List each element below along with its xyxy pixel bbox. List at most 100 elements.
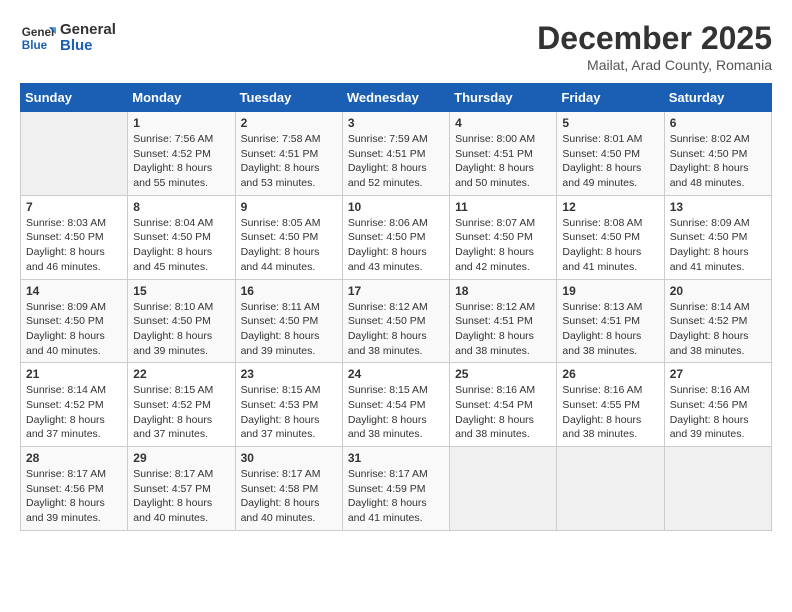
weekday-header-sunday: Sunday xyxy=(21,84,128,112)
day-number: 23 xyxy=(241,367,337,381)
day-number: 27 xyxy=(670,367,766,381)
day-info: Sunrise: 8:05 AMSunset: 4:50 PMDaylight:… xyxy=(241,216,337,275)
day-info: Sunrise: 8:13 AMSunset: 4:51 PMDaylight:… xyxy=(562,300,658,359)
day-number: 21 xyxy=(26,367,122,381)
calendar-week-row: 1 Sunrise: 7:56 AMSunset: 4:52 PMDaylight… xyxy=(21,112,772,196)
calendar-cell: 25 Sunrise: 8:16 AMSunset: 4:54 PMDayligh… xyxy=(450,363,557,447)
calendar-week-row: 14 Sunrise: 8:09 AMSunset: 4:50 PMDayligh… xyxy=(21,279,772,363)
day-info: Sunrise: 8:09 AMSunset: 4:50 PMDaylight:… xyxy=(670,216,766,275)
day-info: Sunrise: 7:59 AMSunset: 4:51 PMDaylight:… xyxy=(348,132,444,191)
calendar-cell: 20Sunrise: 8:14 AMSunset: 4:52 PMDayligh… xyxy=(664,279,771,363)
calendar-week-row: 21Sunrise: 8:14 AMSunset: 4:52 PMDayligh… xyxy=(21,363,772,447)
day-number: 30 xyxy=(241,451,337,465)
day-info: Sunrise: 8:14 AMSunset: 4:52 PMDaylight:… xyxy=(670,300,766,359)
weekday-row: SundayMondayTuesdayWednesdayThursdayFrid… xyxy=(21,84,772,112)
day-number: 7 xyxy=(26,200,122,214)
day-info: Sunrise: 8:16 AMSunset: 4:55 PMDaylight:… xyxy=(562,383,658,442)
day-number: 3 xyxy=(348,116,444,130)
calendar-cell: 30 Sunrise: 8:17 AMSunset: 4:58 PMDayligh… xyxy=(235,447,342,531)
calendar-cell: 5 Sunrise: 8:01 AMSunset: 4:50 PMDaylight… xyxy=(557,112,664,196)
day-info: Sunrise: 8:09 AMSunset: 4:50 PMDaylight:… xyxy=(26,300,122,359)
weekday-header-saturday: Saturday xyxy=(664,84,771,112)
day-number: 2 xyxy=(241,116,337,130)
day-number: 26 xyxy=(562,367,658,381)
day-number: 6 xyxy=(670,116,766,130)
calendar-cell: 16 Sunrise: 8:11 AMSunset: 4:50 PMDayligh… xyxy=(235,279,342,363)
weekday-header-friday: Friday xyxy=(557,84,664,112)
calendar-cell: 9Sunrise: 8:05 AMSunset: 4:50 PMDaylight… xyxy=(235,195,342,279)
weekday-header-thursday: Thursday xyxy=(450,84,557,112)
day-info: Sunrise: 8:17 AMSunset: 4:58 PMDaylight:… xyxy=(241,467,337,526)
day-info: Sunrise: 8:16 AMSunset: 4:56 PMDaylight:… xyxy=(670,383,766,442)
day-number: 10 xyxy=(348,200,444,214)
day-number: 14 xyxy=(26,284,122,298)
day-number: 19 xyxy=(562,284,658,298)
calendar-cell: 31Sunrise: 8:17 AMSunset: 4:59 PMDayligh… xyxy=(342,447,449,531)
location-title: Mailat, Arad County, Romania xyxy=(537,57,772,73)
calendar-cell: 14 Sunrise: 8:09 AMSunset: 4:50 PMDayligh… xyxy=(21,279,128,363)
calendar-week-row: 28 Sunrise: 8:17 AMSunset: 4:56 PMDayligh… xyxy=(21,447,772,531)
calendar-cell: 17Sunrise: 8:12 AMSunset: 4:50 PMDayligh… xyxy=(342,279,449,363)
calendar-week-row: 7 Sunrise: 8:03 AMSunset: 4:50 PMDaylight… xyxy=(21,195,772,279)
day-number: 18 xyxy=(455,284,551,298)
day-info: Sunrise: 8:17 AMSunset: 4:57 PMDaylight:… xyxy=(133,467,229,526)
logo-icon: General Blue xyxy=(20,20,56,56)
day-number: 24 xyxy=(348,367,444,381)
calendar-cell xyxy=(21,112,128,196)
day-info: Sunrise: 7:58 AMSunset: 4:51 PMDaylight:… xyxy=(241,132,337,191)
calendar-cell: 27 Sunrise: 8:16 AMSunset: 4:56 PMDayligh… xyxy=(664,363,771,447)
calendar-table: SundayMondayTuesdayWednesdayThursdayFrid… xyxy=(20,83,772,531)
weekday-header-wednesday: Wednesday xyxy=(342,84,449,112)
calendar-cell xyxy=(664,447,771,531)
weekday-header-monday: Monday xyxy=(128,84,235,112)
calendar-cell xyxy=(450,447,557,531)
day-number: 15 xyxy=(133,284,229,298)
day-info: Sunrise: 7:56 AMSunset: 4:52 PMDaylight:… xyxy=(133,132,229,191)
calendar-cell: 21Sunrise: 8:14 AMSunset: 4:52 PMDayligh… xyxy=(21,363,128,447)
calendar-cell: 24 Sunrise: 8:15 AMSunset: 4:54 PMDayligh… xyxy=(342,363,449,447)
day-number: 11 xyxy=(455,200,551,214)
day-number: 28 xyxy=(26,451,122,465)
calendar-cell: 3 Sunrise: 7:59 AMSunset: 4:51 PMDaylight… xyxy=(342,112,449,196)
day-info: Sunrise: 8:17 AMSunset: 4:59 PMDaylight:… xyxy=(348,467,444,526)
day-number: 13 xyxy=(670,200,766,214)
day-info: Sunrise: 8:03 AMSunset: 4:50 PMDaylight:… xyxy=(26,216,122,275)
calendar-cell: 13 Sunrise: 8:09 AMSunset: 4:50 PMDayligh… xyxy=(664,195,771,279)
day-info: Sunrise: 8:08 AMSunset: 4:50 PMDaylight:… xyxy=(562,216,658,275)
calendar-cell: 22Sunrise: 8:15 AMSunset: 4:52 PMDayligh… xyxy=(128,363,235,447)
day-number: 5 xyxy=(562,116,658,130)
day-number: 4 xyxy=(455,116,551,130)
logo: General Blue General Blue xyxy=(20,20,116,56)
day-info: Sunrise: 8:15 AMSunset: 4:53 PMDaylight:… xyxy=(241,383,337,442)
weekday-header-tuesday: Tuesday xyxy=(235,84,342,112)
day-info: Sunrise: 8:11 AMSunset: 4:50 PMDaylight:… xyxy=(241,300,337,359)
day-info: Sunrise: 8:04 AMSunset: 4:50 PMDaylight:… xyxy=(133,216,229,275)
calendar-cell: 8Sunrise: 8:04 AMSunset: 4:50 PMDaylight… xyxy=(128,195,235,279)
day-number: 22 xyxy=(133,367,229,381)
day-number: 1 xyxy=(133,116,229,130)
calendar-cell: 28 Sunrise: 8:17 AMSunset: 4:56 PMDayligh… xyxy=(21,447,128,531)
calendar-cell: 18Sunrise: 8:12 AMSunset: 4:51 PMDayligh… xyxy=(450,279,557,363)
calendar-cell: 6Sunrise: 8:02 AMSunset: 4:50 PMDaylight… xyxy=(664,112,771,196)
svg-text:Blue: Blue xyxy=(22,39,48,52)
calendar-cell: 29 Sunrise: 8:17 AMSunset: 4:57 PMDayligh… xyxy=(128,447,235,531)
day-info: Sunrise: 8:00 AMSunset: 4:51 PMDaylight:… xyxy=(455,132,551,191)
day-info: Sunrise: 8:17 AMSunset: 4:56 PMDaylight:… xyxy=(26,467,122,526)
day-number: 16 xyxy=(241,284,337,298)
header: General Blue General Blue December 2025 … xyxy=(20,20,772,73)
day-info: Sunrise: 8:16 AMSunset: 4:54 PMDaylight:… xyxy=(455,383,551,442)
day-number: 12 xyxy=(562,200,658,214)
calendar-cell: 1 Sunrise: 7:56 AMSunset: 4:52 PMDaylight… xyxy=(128,112,235,196)
calendar-header: SundayMondayTuesdayWednesdayThursdayFrid… xyxy=(21,84,772,112)
day-number: 25 xyxy=(455,367,551,381)
day-info: Sunrise: 8:01 AMSunset: 4:50 PMDaylight:… xyxy=(562,132,658,191)
calendar-cell: 11Sunrise: 8:07 AMSunset: 4:50 PMDayligh… xyxy=(450,195,557,279)
logo-general: General xyxy=(60,22,116,39)
calendar-cell: 10 Sunrise: 8:06 AMSunset: 4:50 PMDayligh… xyxy=(342,195,449,279)
month-title: December 2025 xyxy=(537,20,772,57)
day-info: Sunrise: 8:06 AMSunset: 4:50 PMDaylight:… xyxy=(348,216,444,275)
calendar-cell: 4 Sunrise: 8:00 AMSunset: 4:51 PMDaylight… xyxy=(450,112,557,196)
day-info: Sunrise: 8:15 AMSunset: 4:54 PMDaylight:… xyxy=(348,383,444,442)
day-number: 29 xyxy=(133,451,229,465)
calendar-cell: 2 Sunrise: 7:58 AMSunset: 4:51 PMDaylight… xyxy=(235,112,342,196)
